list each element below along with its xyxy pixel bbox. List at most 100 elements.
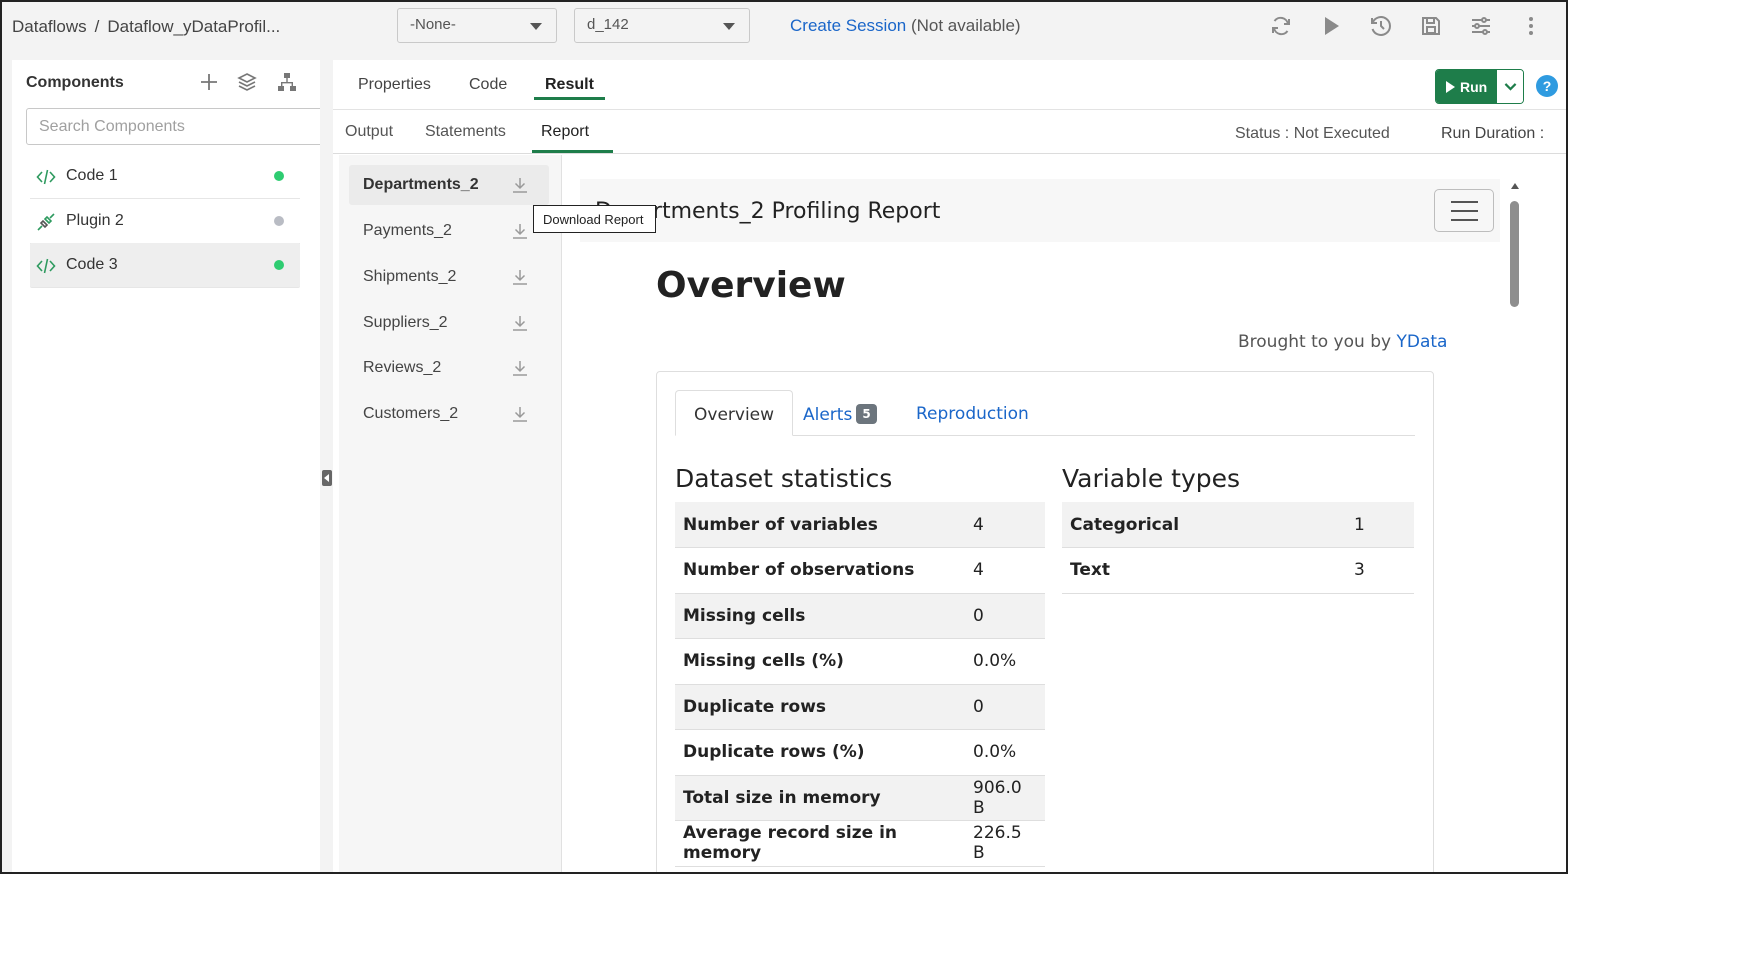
- breadcrumb: Dataflows / Dataflow_yDataProfil...: [12, 17, 280, 37]
- report-label: Customers_2: [363, 405, 459, 422]
- stat-value: 0.0%: [965, 638, 1045, 685]
- save-icon[interactable]: [1419, 14, 1443, 38]
- stat-key: Number of variables: [675, 502, 965, 548]
- type-key: Categorical: [1062, 502, 1346, 548]
- report-item-departments[interactable]: Departments_2: [349, 165, 549, 205]
- play-icon[interactable]: [1319, 14, 1343, 38]
- component-label: Code 1: [66, 167, 118, 184]
- main-panel: Properties Code Result Run ? Output Stat…: [333, 60, 1566, 872]
- components-title: Components: [26, 74, 124, 91]
- menu-icon[interactable]: [1434, 189, 1494, 232]
- status-dot: [274, 216, 284, 226]
- report-label: Shipments_2: [363, 268, 457, 285]
- component-item-plugin-2[interactable]: Plugin 2: [30, 199, 300, 244]
- report-header: Departments_2 Profiling Report: [580, 179, 1500, 242]
- download-icon[interactable]: [511, 359, 529, 377]
- ydata-link[interactable]: YData: [1396, 332, 1447, 352]
- add-icon[interactable]: [199, 72, 219, 92]
- run-duration: Run Duration :: [1441, 125, 1545, 142]
- scroll-up-icon[interactable]: [1511, 183, 1519, 189]
- table-row: Duplicate rows 0: [675, 684, 1045, 730]
- download-icon[interactable]: [511, 222, 529, 240]
- alerts-label: Alerts: [803, 405, 853, 425]
- more-vertical-icon[interactable]: [1519, 14, 1543, 38]
- chevron-down-icon: [1504, 83, 1517, 91]
- table-row: Total size in memory 906.0 B: [675, 775, 1045, 821]
- report-item-shipments[interactable]: Shipments_2: [349, 257, 549, 297]
- run-label: Run: [1460, 79, 1488, 95]
- session-status: (Not available): [910, 16, 1021, 35]
- run-dropdown-button[interactable]: [1497, 70, 1523, 103]
- download-icon[interactable]: [511, 268, 529, 286]
- scroll-thumb[interactable]: [1510, 201, 1519, 307]
- main-tabs: Properties Code Result Run ?: [333, 60, 1566, 110]
- type-value: 1: [1346, 502, 1414, 548]
- type-key: Text: [1062, 547, 1346, 594]
- overview-heading: Overview: [656, 265, 846, 306]
- stat-value: 0.0%: [965, 729, 1045, 776]
- breadcrumb-dataflows[interactable]: Dataflows: [12, 17, 87, 36]
- report-item-suppliers[interactable]: Suppliers_2: [349, 303, 549, 343]
- select-dataset[interactable]: d_142: [574, 8, 750, 43]
- result-subtabs: Output Statements Report Status : Not Ex…: [333, 110, 1566, 154]
- card-tab-alerts[interactable]: Alerts 5: [785, 390, 895, 436]
- report-label: Reviews_2: [363, 359, 442, 376]
- help-icon[interactable]: ?: [1536, 75, 1558, 97]
- download-icon[interactable]: [511, 176, 529, 194]
- run-button-group: Run: [1435, 69, 1524, 104]
- subtab-statements[interactable]: Statements: [425, 123, 506, 141]
- tab-result[interactable]: Result: [545, 76, 594, 94]
- table-row: Missing cells 0: [675, 593, 1045, 639]
- subtab-report[interactable]: Report: [541, 123, 589, 141]
- collapse-panel-button[interactable]: [322, 470, 332, 486]
- brought-by-text: Brought to you by: [1238, 332, 1392, 352]
- select-dataset-value: d_142: [587, 16, 629, 33]
- table-row: Text 3: [1062, 547, 1414, 594]
- report-scrollbar[interactable]: [1509, 183, 1521, 872]
- download-icon[interactable]: [511, 405, 529, 423]
- refresh-icon[interactable]: [1269, 14, 1293, 38]
- session-info: Create Session (Not available): [790, 16, 1021, 36]
- run-button[interactable]: Run: [1436, 70, 1497, 103]
- stat-value: 0: [965, 593, 1045, 639]
- type-value: 3: [1346, 547, 1414, 594]
- report-item-payments[interactable]: Payments_2: [349, 211, 549, 251]
- code-icon: [36, 167, 56, 187]
- report-item-reviews[interactable]: Reviews_2: [349, 348, 549, 388]
- table-row: Number of variables 4: [675, 502, 1045, 548]
- stat-value: 4: [965, 547, 1045, 594]
- hierarchy-icon[interactable]: [277, 72, 297, 92]
- component-item-code-3[interactable]: Code 3: [30, 243, 300, 288]
- download-icon[interactable]: [511, 314, 529, 332]
- card-tab-reproduction[interactable]: Reproduction: [898, 390, 1047, 436]
- report-label: Payments_2: [363, 222, 452, 239]
- tab-code[interactable]: Code: [469, 76, 507, 94]
- tab-properties[interactable]: Properties: [358, 76, 431, 94]
- dataset-statistics-table: Number of variables 4 Number of observati…: [675, 502, 1045, 867]
- stat-value: 4: [965, 502, 1045, 548]
- create-session-link[interactable]: Create Session: [790, 16, 906, 35]
- overview-card: Overview Alerts 5 Reproduction Dataset st…: [656, 371, 1434, 872]
- variable-types-table: Categorical 1 Text 3: [1062, 502, 1414, 594]
- table-row: Average record size in memory 226.5 B: [675, 820, 1045, 867]
- search-components-input[interactable]: [26, 108, 331, 145]
- component-item-code-1[interactable]: Code 1: [30, 154, 300, 199]
- dataset-statistics-title: Dataset statistics: [675, 464, 893, 493]
- play-icon: [1446, 81, 1455, 93]
- history-icon[interactable]: [1369, 14, 1393, 38]
- stat-key: Total size in memory: [675, 775, 965, 821]
- card-tab-overview[interactable]: Overview: [675, 390, 794, 436]
- settings-sliders-icon[interactable]: [1469, 14, 1493, 38]
- subtab-output[interactable]: Output: [345, 123, 393, 141]
- report-item-customers[interactable]: Customers_2: [349, 394, 549, 434]
- active-subtab-indicator: [532, 150, 613, 153]
- breadcrumb-separator: /: [94, 17, 100, 36]
- code-icon: [36, 256, 56, 276]
- stat-value: 0: [965, 684, 1045, 730]
- select-none[interactable]: -None-: [397, 8, 557, 43]
- layers-icon[interactable]: [237, 72, 257, 92]
- chevron-down-icon: [530, 23, 542, 30]
- report-label: Departments_2: [363, 176, 479, 193]
- app-window: Dataflows / Dataflow_yDataProfil... -None-…: [0, 0, 1568, 874]
- report-viewer: Departments_2 Profiling Report Overview …: [563, 155, 1548, 872]
